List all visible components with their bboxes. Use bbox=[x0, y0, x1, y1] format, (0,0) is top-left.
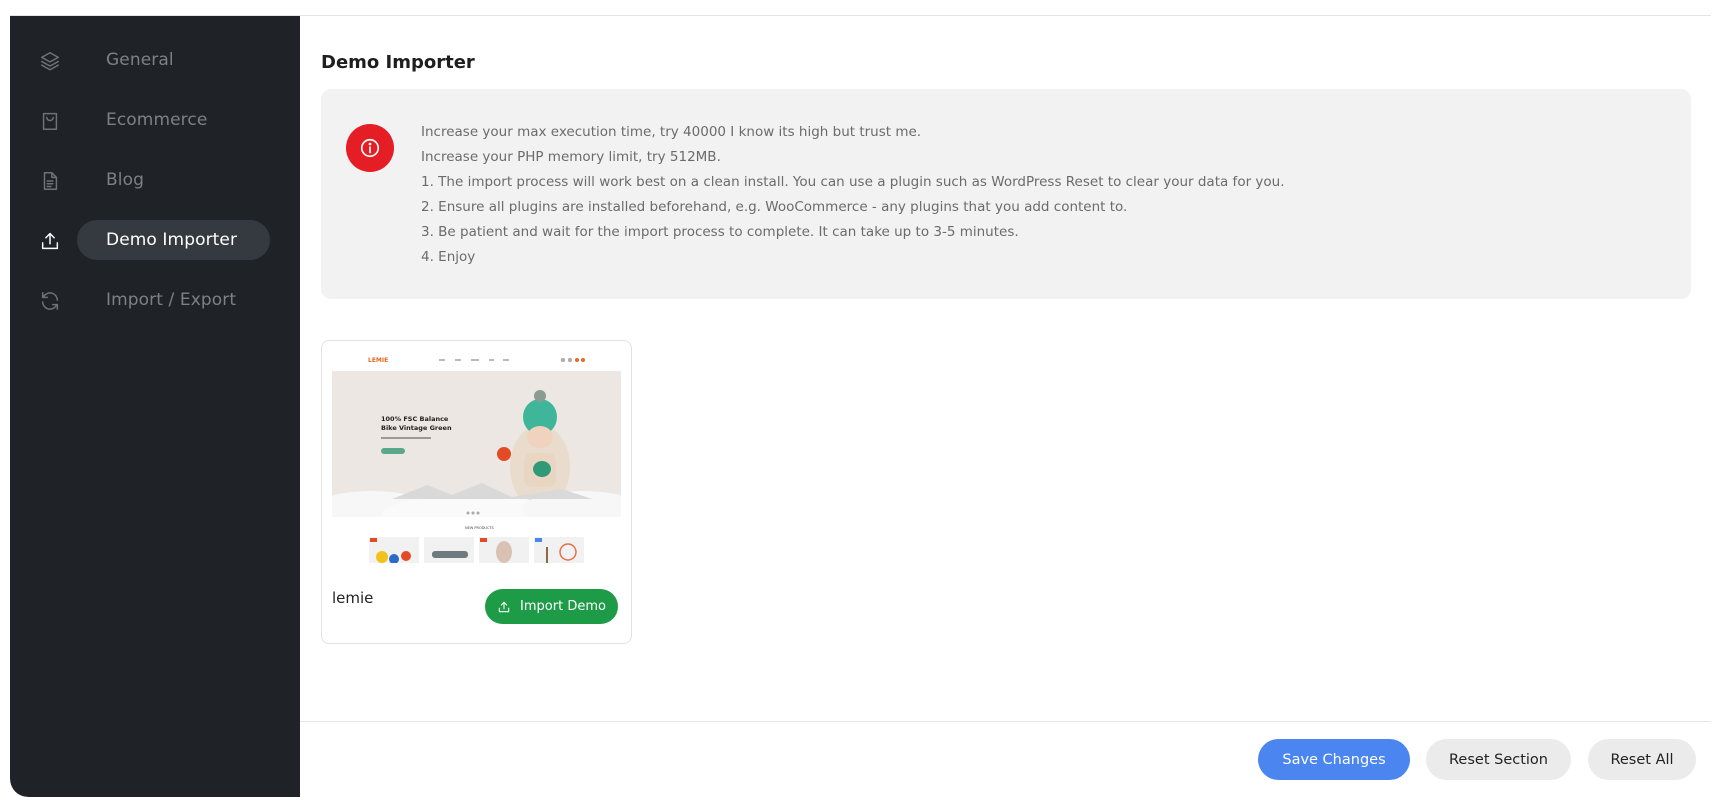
demo-preview-image: LEMIE 100% FSC Balance Bike Vintage Gree… bbox=[332, 349, 621, 563]
footer-actions: Save Changes Reset Section Reset All bbox=[300, 721, 1711, 797]
sidebar-item-general[interactable]: General bbox=[10, 40, 300, 80]
document-icon bbox=[39, 170, 61, 192]
notice-line: 3. Be patient and wait for the import pr… bbox=[421, 224, 1019, 240]
demo-name: lemie bbox=[332, 589, 374, 607]
preview-section-label: NEW PRODUCTS bbox=[465, 526, 495, 530]
preview-hero-title-2: Bike Vintage Green bbox=[381, 424, 452, 432]
notice-text: Increase your max execution time, try 40… bbox=[421, 120, 1285, 270]
preview-hero-title-1: 100% FSC Balance bbox=[381, 415, 449, 423]
sidebar-item-label: Ecommerce bbox=[106, 110, 208, 130]
sidebar-item-blog[interactable]: Blog bbox=[10, 160, 300, 200]
layers-icon bbox=[39, 50, 61, 72]
sidebar-item-label: General bbox=[106, 50, 174, 70]
import-demo-button[interactable]: Import Demo bbox=[485, 589, 618, 624]
save-changes-button[interactable]: Save Changes bbox=[1258, 739, 1410, 780]
sidebar-item-label: Import / Export bbox=[106, 290, 237, 310]
page-title: Demo Importer bbox=[321, 52, 475, 73]
sidebar-item-import-export[interactable]: Import / Export bbox=[10, 280, 300, 320]
notice-line: 2. Ensure all plugins are installed befo… bbox=[421, 199, 1128, 215]
notice-line: Increase your max execution time, try 40… bbox=[421, 124, 922, 140]
demo-card: LEMIE 100% FSC Balance Bike Vintage Gree… bbox=[321, 340, 632, 644]
import-demo-label: Import Demo bbox=[520, 599, 606, 614]
refresh-icon bbox=[39, 290, 61, 312]
sidebar: General Ecommerce Blog Demo Importer Imp… bbox=[10, 16, 300, 797]
notice-line: 4. Enjoy bbox=[421, 249, 476, 265]
sidebar-item-ecommerce[interactable]: Ecommerce bbox=[10, 100, 300, 140]
reset-section-button[interactable]: Reset Section bbox=[1426, 739, 1571, 780]
requirements-notice: Increase your max execution time, try 40… bbox=[321, 89, 1691, 299]
notice-line: 1. The import process will work best on … bbox=[421, 174, 1285, 190]
upload-icon bbox=[39, 230, 61, 252]
main-content: Demo Importer Increase your max executio… bbox=[300, 16, 1711, 797]
shopping-bag-icon bbox=[39, 110, 61, 132]
upload-icon bbox=[498, 601, 510, 612]
info-alert-icon bbox=[346, 124, 394, 172]
reset-all-button[interactable]: Reset All bbox=[1588, 739, 1696, 780]
preview-logo: LEMIE bbox=[368, 357, 388, 364]
notice-line: Increase your PHP memory limit, try 512M… bbox=[421, 149, 721, 165]
settings-panel: General Ecommerce Blog Demo Importer Imp… bbox=[10, 0, 1711, 797]
sidebar-item-demo-importer[interactable]: Demo Importer bbox=[10, 220, 300, 260]
sidebar-item-label: Blog bbox=[106, 170, 144, 190]
sidebar-item-label: Demo Importer bbox=[106, 230, 238, 250]
top-bar bbox=[10, 0, 1711, 16]
